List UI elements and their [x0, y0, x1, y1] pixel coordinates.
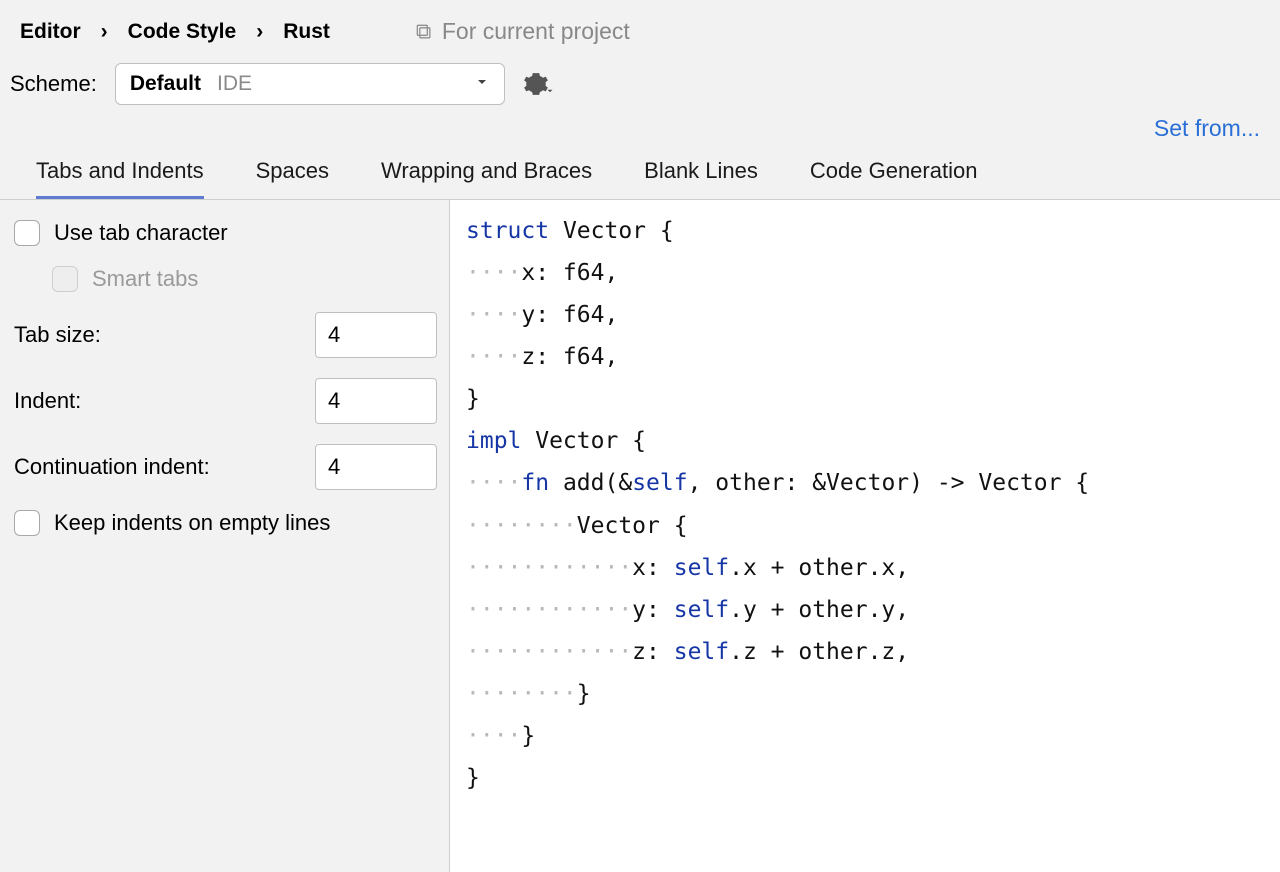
tabs-bar: Tabs and Indents Spaces Wrapping and Brace…	[0, 148, 1280, 200]
continuation-indent-row: Continuation indent:	[14, 444, 437, 490]
tab-size-label: Tab size:	[14, 322, 101, 348]
tab-size-input[interactable]	[315, 312, 437, 358]
indent-label: Indent:	[14, 388, 81, 414]
keep-indents-label[interactable]: Keep indents on empty lines	[54, 510, 330, 536]
use-tab-character-label[interactable]: Use tab character	[54, 220, 228, 246]
project-copy-icon	[414, 22, 434, 42]
breadcrumb-code-style[interactable]: Code Style	[128, 20, 237, 44]
project-scope-text: For current project	[442, 18, 630, 45]
scheme-select[interactable]: Default IDE	[115, 63, 505, 105]
keep-indents-row: Keep indents on empty lines	[14, 510, 437, 536]
chevron-down-icon	[474, 72, 490, 96]
set-from-link[interactable]: Set from...	[1154, 115, 1260, 142]
scheme-row: Scheme: Default IDE	[0, 55, 1280, 111]
tab-spaces[interactable]: Spaces	[256, 158, 329, 199]
tab-size-row: Tab size:	[14, 312, 437, 358]
scheme-name: Default	[130, 72, 201, 96]
continuation-indent-label: Continuation indent:	[14, 454, 210, 480]
scheme-label: Scheme:	[10, 71, 97, 97]
scheme-scope: IDE	[217, 72, 252, 96]
indent-row: Indent:	[14, 378, 437, 424]
tab-code-generation[interactable]: Code Generation	[810, 158, 978, 199]
breadcrumb-sep: ›	[101, 20, 108, 44]
tab-blank-lines[interactable]: Blank Lines	[644, 158, 758, 199]
breadcrumb-editor[interactable]: Editor	[20, 20, 81, 44]
set-from-row: Set from...	[0, 111, 1280, 148]
tab-wrapping-and-braces[interactable]: Wrapping and Braces	[381, 158, 592, 199]
breadcrumb-rust[interactable]: Rust	[283, 20, 330, 44]
project-scope-hint: For current project	[414, 18, 630, 45]
smart-tabs-checkbox	[52, 266, 78, 292]
smart-tabs-row: Smart tabs	[52, 266, 437, 292]
options-panel: Use tab character Smart tabs Tab size: I…	[0, 200, 450, 872]
use-tab-character-checkbox[interactable]	[14, 220, 40, 246]
scheme-gear-button[interactable]	[523, 71, 555, 97]
indent-input[interactable]	[315, 378, 437, 424]
continuation-indent-input[interactable]	[315, 444, 437, 490]
tab-tabs-and-indents[interactable]: Tabs and Indents	[36, 158, 204, 199]
code-preview: struct Vector {····x: f64,····y: f64,···…	[466, 210, 1264, 799]
use-tab-character-row: Use tab character	[14, 220, 437, 246]
breadcrumb-sep: ›	[256, 20, 263, 44]
code-preview-pane: struct Vector {····x: f64,····y: f64,···…	[450, 200, 1280, 872]
keep-indents-checkbox[interactable]	[14, 510, 40, 536]
smart-tabs-label: Smart tabs	[92, 266, 198, 292]
breadcrumb-bar: Editor › Code Style › Rust For current p…	[0, 0, 1280, 55]
